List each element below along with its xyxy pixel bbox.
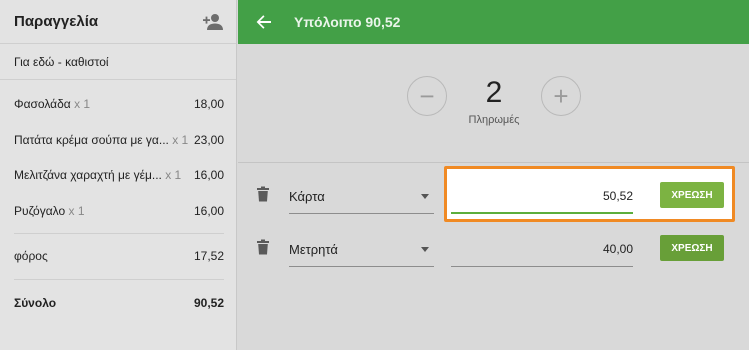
divider <box>14 233 224 234</box>
item-name: Ρυζόγαλο <box>14 204 66 218</box>
amount-underline <box>451 266 633 267</box>
payment-amount-input[interactable]: 50,52 <box>451 189 633 203</box>
payment-method-select[interactable]: Μετρητά <box>289 242 434 257</box>
payment-method-select[interactable]: Κάρτα <box>289 189 434 204</box>
person-add-icon[interactable] <box>202 13 224 31</box>
divider <box>14 279 224 280</box>
trash-icon[interactable] <box>256 186 270 202</box>
item-price: 23,00 <box>193 133 224 147</box>
remaining-balance-title: Υπόλοιπο 90,52 <box>294 14 401 30</box>
tax-label: φόρος <box>14 249 48 263</box>
order-panel: Παραγγελία Για εδώ - καθιστοί Φασολάδα x… <box>0 0 237 350</box>
increase-payments-button[interactable]: + <box>541 76 581 116</box>
decrease-payments-button[interactable]: − <box>407 76 447 116</box>
order-title: Παραγγελία <box>14 13 99 30</box>
chevron-down-icon[interactable] <box>421 194 429 199</box>
total-label: Σύνολο <box>14 296 57 310</box>
top-bar: Υπόλοιπο 90,52 <box>238 0 749 44</box>
item-name: Μελιτζάνα χαραχτή με γέμ... <box>14 168 162 182</box>
order-item: Πατάτα κρέμα σούπα με γα... x 1 23,00 <box>14 133 224 147</box>
order-item: Ρυζόγαλο x 1 16,00 <box>14 204 224 218</box>
total-row: Σύνολο 90,52 <box>14 296 224 310</box>
order-item: Μελιτζάνα χαραχτή με γέμ... x 1 16,00 <box>14 168 224 182</box>
item-name: Πατάτα κρέμα σούπα με γα... <box>14 133 169 147</box>
chevron-down-icon[interactable] <box>421 247 429 252</box>
order-header: Παραγγελία <box>0 0 236 44</box>
order-item: Φασολάδα x 1 18,00 <box>14 97 224 111</box>
payments-counter: − 2 Πληρωμές + <box>238 76 749 146</box>
divider <box>238 162 749 163</box>
payment-row: Κάρτα 50,52 ΧΡΕΩΣΗ <box>238 176 749 216</box>
item-price: 16,00 <box>193 204 224 218</box>
item-name: Φασολάδα <box>14 97 71 111</box>
charge-button[interactable]: ΧΡΕΩΣΗ <box>660 182 724 208</box>
payment-panel: Υπόλοιπο 90,52 − 2 Πληρωμές + Κάρτα 50,5… <box>238 0 749 350</box>
payment-amount-input[interactable]: 40,00 <box>451 242 633 256</box>
payment-row: Μετρητά 40,00 ΧΡΕΩΣΗ <box>238 229 749 269</box>
charge-button-label: ΧΡΕΩΣΗ <box>671 242 713 254</box>
method-underline <box>289 266 434 267</box>
charge-button[interactable]: ΧΡΕΩΣΗ <box>660 235 724 261</box>
tax-value: 17,52 <box>193 249 224 263</box>
payments-count: 2 <box>485 76 503 109</box>
item-price: 18,00 <box>193 97 224 111</box>
minus-icon: − <box>419 81 435 111</box>
payments-label: Πληρωμές <box>468 114 520 126</box>
order-mode: Για εδώ - καθιστοί <box>0 44 236 80</box>
item-qty: x 1 <box>172 133 189 147</box>
trash-icon[interactable] <box>256 239 270 255</box>
item-qty: x 1 <box>74 97 91 111</box>
item-price: 16,00 <box>193 168 224 182</box>
tax-row: φόρος 17,52 <box>14 249 224 263</box>
arrow-left-icon[interactable] <box>256 12 276 32</box>
item-qty: x 1 <box>68 204 85 218</box>
charge-button-label: ΧΡΕΩΣΗ <box>671 189 713 201</box>
item-qty: x 1 <box>165 168 182 182</box>
amount-underline <box>451 212 633 214</box>
method-underline <box>289 213 434 214</box>
plus-icon: + <box>553 81 569 111</box>
total-value: 90,52 <box>193 296 224 310</box>
